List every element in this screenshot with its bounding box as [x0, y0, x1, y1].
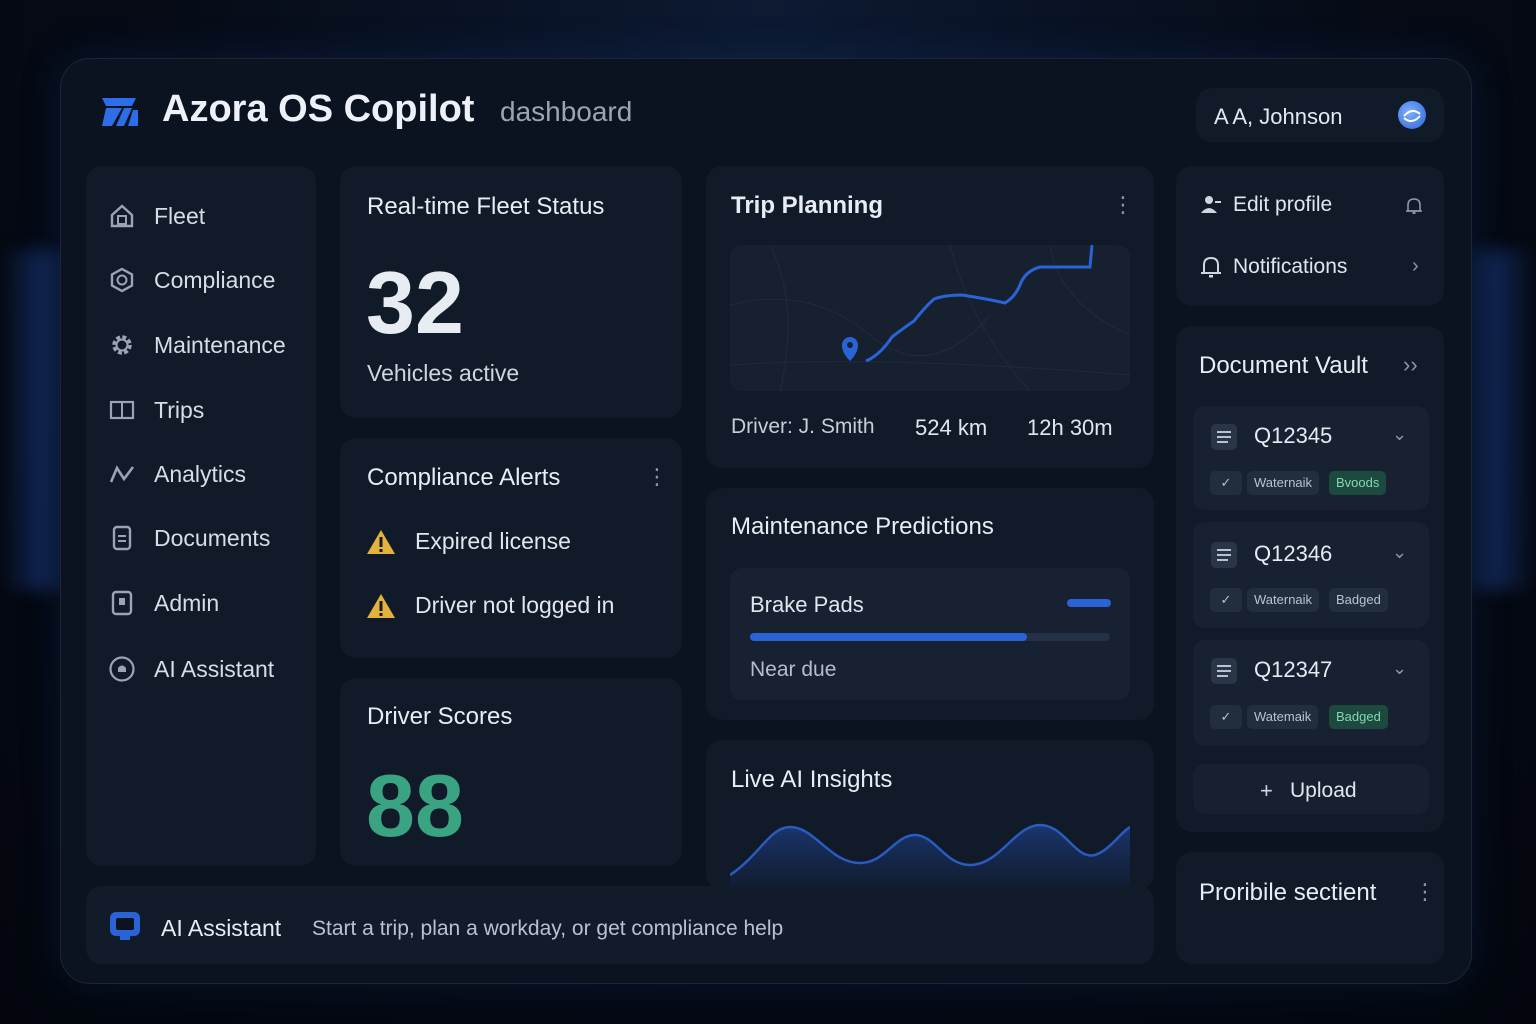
user-avatar[interactable] — [1398, 101, 1426, 129]
sidebar-item-label: Analytics — [154, 460, 247, 487]
check-icon[interactable]: ✓ — [1210, 588, 1242, 612]
sidebar-item-label: Admin — [154, 589, 220, 616]
more-options-icon[interactable]: ⋮ — [1112, 192, 1134, 218]
user-icon — [1201, 196, 1221, 213]
sidebar-item-label: Compliance — [154, 266, 276, 293]
trip-planning-title: Trip Planning — [731, 192, 884, 219]
status-indicator — [1067, 599, 1111, 607]
warning-icon — [367, 530, 395, 554]
home-icon — [108, 202, 136, 230]
document-tag: Badged — [1329, 588, 1388, 612]
sidebar-item-compliance[interactable]: Compliance — [108, 260, 308, 300]
document-icon — [108, 524, 136, 552]
document-id: Q12346 — [1254, 541, 1333, 566]
alert-item[interactable]: Expired license — [415, 528, 571, 555]
chevron-right-icon: › — [1412, 255, 1419, 277]
document-tag: Badged — [1329, 705, 1388, 729]
page-subtitle: dashboard — [500, 96, 633, 127]
extra-section-card — [1176, 852, 1444, 964]
sidebar-item-label: Maintenance — [154, 331, 286, 358]
check-icon[interactable]: ✓ — [1210, 471, 1242, 495]
sidebar-item-documents[interactable]: Documents — [108, 518, 308, 558]
file-icon — [1211, 542, 1237, 568]
more-options-icon[interactable]: ⋮ — [1414, 879, 1436, 905]
sidebar-item-label: Documents — [154, 524, 271, 551]
maintenance-item-name: Brake Pads — [750, 592, 864, 617]
maintenance-title: Maintenance Predictions — [731, 513, 994, 540]
azora-logo-icon — [102, 98, 138, 126]
document-id: Q12345 — [1254, 423, 1333, 448]
maintenance-progress-track — [750, 633, 1110, 641]
alert-item[interactable]: Driver not logged in — [415, 592, 614, 619]
notifications-label: Notifications — [1233, 255, 1348, 278]
bell-icon[interactable] — [1404, 196, 1424, 216]
sidebar-item-analytics[interactable]: Analytics — [108, 454, 308, 494]
assistant-icon — [108, 655, 136, 683]
active-vehicles-caption: Vehicles active — [367, 360, 520, 386]
assistant-chat-icon — [110, 912, 140, 940]
sidebar-item-label: Trips — [154, 396, 205, 423]
document-vault-title: Document Vault — [1199, 352, 1368, 379]
sidebar-item-fleet[interactable]: Fleet — [108, 196, 308, 236]
document-item[interactable] — [1193, 522, 1429, 628]
insights-sparkline — [730, 823, 1130, 889]
bell-icon — [1201, 256, 1221, 278]
hexagon-icon — [108, 266, 136, 294]
document-tag: Waternaik — [1247, 471, 1320, 495]
admin-icon — [108, 589, 136, 617]
edit-profile-item[interactable]: Edit profile — [1198, 192, 1458, 222]
assistant-bar-title: AI Assistant — [161, 915, 282, 941]
chevron-down-icon[interactable]: ⌄ — [1392, 542, 1407, 563]
maintenance-status: Near due — [750, 658, 837, 681]
driver-scores-title: Driver Scores — [367, 703, 513, 730]
sidebar-item-label: AI Assistant — [154, 655, 275, 682]
document-tag: Watemaik — [1247, 705, 1319, 729]
route-map-graphic — [730, 245, 1130, 391]
trip-map[interactable] — [730, 245, 1130, 391]
plus-icon: + — [1260, 778, 1273, 803]
driver-score-value: 88 — [366, 756, 464, 855]
check-icon[interactable]: ✓ — [1210, 705, 1242, 729]
assistant-prompt-input[interactable]: Start a trip, plan a workday, or get com… — [312, 917, 783, 941]
sidebar-item-ai-assistant[interactable]: AI Assistant — [108, 649, 308, 689]
ai-insights-title: Live AI Insights — [731, 766, 893, 793]
document-tag: Bvoods — [1329, 471, 1387, 495]
trip-distance: 524 km — [915, 415, 988, 440]
profile-menu-card — [1176, 166, 1444, 306]
sidebar-item-maintenance[interactable]: Maintenance — [108, 325, 308, 365]
maintenance-progress-fill — [750, 633, 1028, 641]
chevron-down-icon[interactable]: ⌄ — [1392, 424, 1407, 445]
trip-duration: 12h 30m — [1027, 415, 1113, 440]
sidebar-item-trips[interactable]: Trips — [108, 390, 308, 430]
active-vehicles-count: 32 — [366, 253, 464, 352]
file-icon — [1211, 424, 1237, 450]
edit-profile-label: Edit profile — [1233, 193, 1333, 216]
compliance-alerts-title: Compliance Alerts — [367, 464, 561, 491]
chevron-down-icon[interactable]: ⌄ — [1392, 658, 1407, 679]
map-panel-icon — [108, 396, 136, 424]
extra-section-title: Proribile sectient — [1199, 879, 1377, 906]
warning-icon — [367, 594, 395, 618]
app-title: Azora OS Copilot — [162, 88, 475, 130]
fleet-status-title: Real-time Fleet Status — [367, 193, 605, 220]
notifications-item[interactable]: Notifications › — [1198, 254, 1428, 284]
more-options-icon[interactable]: ⋮ — [646, 464, 668, 490]
document-tag: Waternaik — [1247, 588, 1320, 612]
trip-driver: Driver: J. Smith — [731, 415, 875, 438]
gear-icon — [108, 331, 136, 359]
sidebar-item-label: Fleet — [154, 202, 206, 229]
trend-icon — [108, 460, 136, 488]
file-icon — [1211, 658, 1237, 684]
document-id: Q12347 — [1254, 657, 1333, 682]
avatar-swirl-icon — [1403, 110, 1421, 122]
expand-chevrons-icon[interactable]: ›› — [1403, 352, 1418, 378]
upload-label: Upload — [1290, 779, 1357, 802]
user-name: A A, Johnson — [1214, 104, 1343, 129]
document-item[interactable] — [1193, 640, 1429, 746]
sidebar-item-admin[interactable]: Admin — [108, 583, 308, 623]
